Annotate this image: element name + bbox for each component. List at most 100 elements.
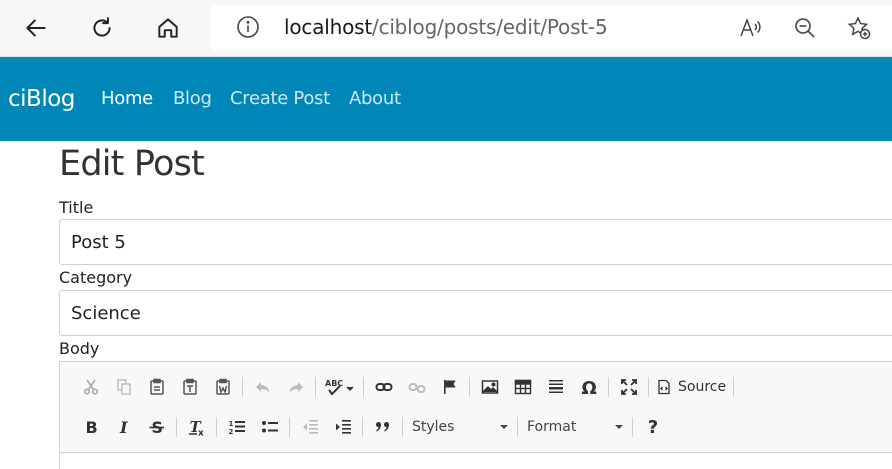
horizontal-rule-button[interactable] xyxy=(543,374,569,400)
svg-text:1: 1 xyxy=(229,420,234,428)
info-icon[interactable] xyxy=(236,15,260,39)
nav-link-blog[interactable]: Blog xyxy=(173,88,212,109)
spellcheck-button[interactable]: ABC xyxy=(323,374,357,400)
table-button[interactable] xyxy=(510,374,536,400)
bold-button[interactable]: B xyxy=(78,414,104,440)
toolbar-separator xyxy=(469,377,470,397)
zoom-out-icon[interactable] xyxy=(792,15,818,41)
copy-button[interactable] xyxy=(111,374,137,400)
italic-button[interactable]: I xyxy=(111,414,137,440)
brand-logo[interactable]: ciBlog xyxy=(8,86,75,112)
nav-link-about[interactable]: About xyxy=(349,88,401,109)
quote-icon xyxy=(375,422,389,432)
outdent-icon xyxy=(303,420,318,434)
title-input[interactable]: Post 5 xyxy=(59,219,892,265)
format-dropdown[interactable]: Format xyxy=(521,414,629,440)
copy-icon xyxy=(117,379,131,395)
svg-text:I: I xyxy=(119,418,128,436)
paste-text-button[interactable] xyxy=(177,374,203,400)
link-icon xyxy=(375,383,393,391)
refresh-icon xyxy=(93,17,111,37)
toolbar-separator xyxy=(517,417,518,437)
numbered-list-button[interactable]: 12 xyxy=(224,414,250,440)
toolbar-separator xyxy=(362,417,363,437)
category-input[interactable]: Science xyxy=(59,290,892,336)
paste-button[interactable] xyxy=(144,374,170,400)
refresh-button[interactable] xyxy=(84,10,120,46)
svg-text:2: 2 xyxy=(229,428,234,436)
body-label: Body xyxy=(59,339,100,358)
indent-icon xyxy=(336,420,351,434)
toolbar-separator xyxy=(216,417,217,437)
back-button[interactable] xyxy=(18,10,54,46)
toolbar-separator xyxy=(289,417,290,437)
read-aloud-icon[interactable] xyxy=(738,15,764,41)
toolbar-separator xyxy=(402,417,403,437)
bulleted-list-button[interactable] xyxy=(257,414,283,440)
undo-button[interactable] xyxy=(250,374,276,400)
toolbar-separator xyxy=(315,377,316,397)
help-icon: ? xyxy=(647,416,659,438)
back-arrow-icon xyxy=(26,19,46,37)
blockquote-button[interactable] xyxy=(370,414,396,440)
help-button[interactable]: ? xyxy=(640,414,666,440)
chevron-down-icon xyxy=(615,425,623,429)
title-label: Title xyxy=(59,198,94,217)
link-button[interactable] xyxy=(371,374,397,400)
body-editor[interactable]: ABC Ω Source B I S Tx 12 Styles Format ? xyxy=(59,361,892,469)
horizontal-line-icon xyxy=(549,380,563,393)
remove-format-button[interactable]: Tx xyxy=(184,414,210,440)
styles-label: Styles xyxy=(412,419,455,435)
page-title: Edit Post xyxy=(59,144,205,184)
url-text[interactable]: localhost/ciblog/posts/edit/Post-5 xyxy=(284,15,608,39)
source-button[interactable]: Source xyxy=(656,379,726,395)
nav-link-home[interactable]: Home xyxy=(101,88,153,109)
toolbar-separator xyxy=(242,377,243,397)
cut-icon xyxy=(83,379,99,395)
svg-text:B: B xyxy=(86,418,98,436)
editor-toolbar-row-2: B I S Tx 12 Styles Format ? xyxy=(74,413,669,441)
toolbar-separator xyxy=(608,377,609,397)
strikethrough-icon: S xyxy=(149,418,164,436)
category-value: Science xyxy=(71,303,141,324)
special-char-button[interactable]: Ω xyxy=(576,374,602,400)
spellcheck-icon: ABC xyxy=(325,379,354,396)
image-button[interactable] xyxy=(477,374,503,400)
url-path: /ciblog/posts/edit/Post-5 xyxy=(371,15,608,39)
image-icon xyxy=(481,380,499,394)
cut-button[interactable] xyxy=(78,374,104,400)
nav-link-create-post[interactable]: Create Post xyxy=(230,88,330,109)
toolbar-separator xyxy=(733,377,735,397)
toolbar-separator xyxy=(363,377,364,397)
svg-text:x: x xyxy=(198,429,204,437)
remove-format-icon: Tx xyxy=(189,418,204,437)
flag-icon xyxy=(444,380,456,394)
address-bar[interactable]: localhost/ciblog/posts/edit/Post-5 xyxy=(210,5,892,50)
paste-icon xyxy=(150,378,164,395)
unlink-button[interactable] xyxy=(404,374,430,400)
strike-button[interactable]: S xyxy=(144,414,170,440)
category-label: Category xyxy=(59,268,133,287)
editor-toolbar-row-1: ABC Ω Source xyxy=(74,373,737,401)
home-icon xyxy=(158,18,178,38)
unlink-icon xyxy=(408,383,426,393)
toolbar-separator xyxy=(176,417,177,437)
paste-text-icon xyxy=(183,378,197,395)
browser-toolbar: localhost/ciblog/posts/edit/Post-5 xyxy=(0,0,892,57)
paste-word-button[interactable] xyxy=(210,374,236,400)
outdent-button[interactable] xyxy=(297,414,323,440)
anchor-button[interactable] xyxy=(437,374,463,400)
source-label: Source xyxy=(678,379,727,395)
chevron-down-icon xyxy=(500,425,508,429)
indent-button[interactable] xyxy=(330,414,356,440)
bold-icon: B xyxy=(86,418,98,436)
add-favorite-icon[interactable] xyxy=(846,15,872,41)
editor-content-area[interactable] xyxy=(60,452,892,469)
italic-icon: I xyxy=(119,418,128,436)
numbered-list-icon: 12 xyxy=(229,420,245,436)
styles-dropdown[interactable]: Styles xyxy=(406,414,514,440)
redo-button[interactable] xyxy=(283,374,309,400)
home-button[interactable] xyxy=(150,10,186,46)
title-value: Post 5 xyxy=(71,232,126,253)
maximize-button[interactable] xyxy=(616,374,642,400)
